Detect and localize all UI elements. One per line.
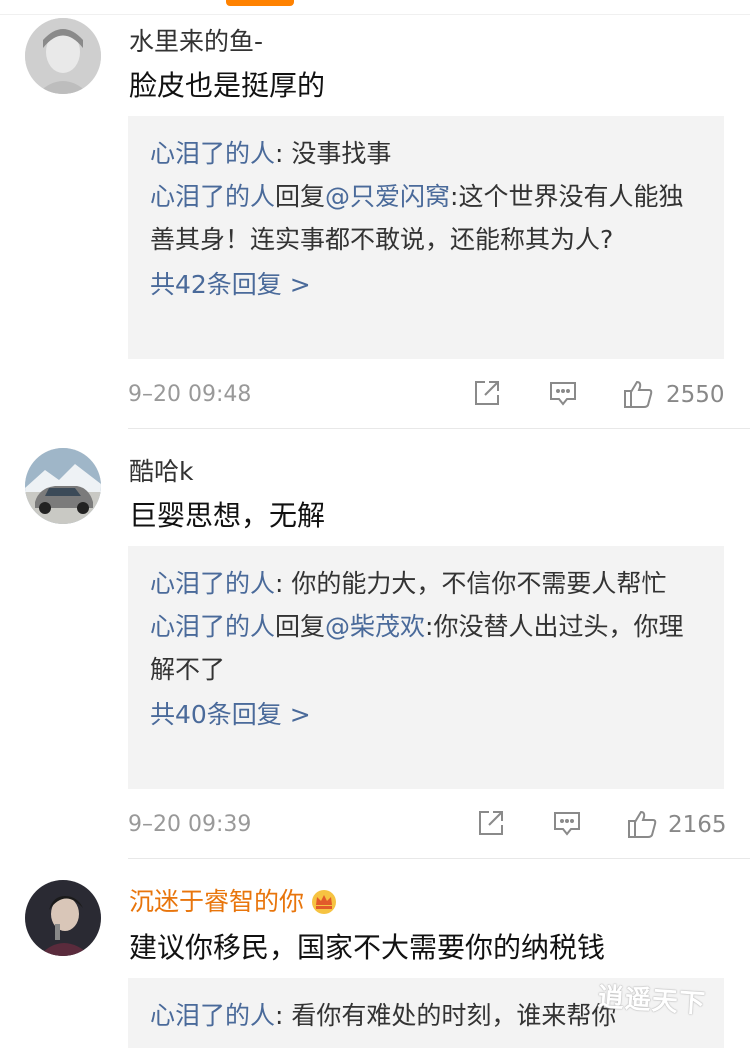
comment-meta: 9–20 09:39 2165 — [128, 806, 750, 846]
share-icon[interactable] — [472, 378, 502, 412]
reply-content: 没事找事 — [291, 139, 392, 168]
comment-text: 建议你移民，国家不大需要你的纳税钱 — [129, 931, 606, 964]
avatar[interactable] — [25, 18, 101, 94]
more-replies-link[interactable]: 共40条回复 > — [150, 693, 702, 736]
avatar[interactable] — [25, 880, 101, 956]
reply-item: 心泪了的人: 你的能力大，不信你不需要人帮忙 — [150, 569, 667, 598]
comment-icon[interactable] — [548, 378, 578, 412]
comment-time: 9–20 09:48 — [128, 382, 252, 407]
like-icon[interactable] — [626, 808, 658, 844]
reply-preview-box[interactable]: 心泪了的人: 你的能力大，不信你不需要人帮忙 心泪了的人回复@柴茂欢:你没替人出… — [128, 546, 724, 789]
watermark: 逍遥天下 — [596, 982, 707, 1020]
tab-indicator — [226, 0, 294, 6]
comment-icon[interactable] — [552, 808, 582, 842]
reply-username[interactable]: 心泪了的人 — [150, 182, 275, 211]
reply-content: 看你有难处的时刻，谁来帮你 — [291, 1001, 617, 1030]
comment-text: 脸皮也是挺厚的 — [129, 69, 326, 102]
comment-username[interactable]: 水里来的鱼- — [129, 22, 263, 58]
comment-meta: 9–20 09:48 2550 — [128, 376, 750, 416]
like-icon[interactable] — [622, 378, 654, 414]
reply-preview-box[interactable]: 心泪了的人: 没事找事 心泪了的人回复@只爱闪窝:这个世界没有人能独善其身！连实… — [128, 116, 724, 359]
reply-content: 你的能力大，不信你不需要人帮忙 — [291, 569, 667, 598]
reply-username[interactable]: 心泪了的人 — [150, 139, 275, 168]
reply-mention[interactable]: @柴茂欢 — [325, 612, 425, 641]
top-divider — [0, 14, 750, 15]
comment-divider — [128, 428, 750, 429]
like-count: 2165 — [668, 812, 727, 838]
avatar[interactable] — [25, 448, 101, 524]
more-replies-link[interactable]: 共42条回复 > — [150, 263, 702, 306]
reply-mention[interactable]: @只爱闪窝 — [325, 182, 450, 211]
crown-icon — [310, 888, 338, 920]
reply-username[interactable]: 心泪了的人 — [150, 1001, 275, 1030]
comment-divider — [128, 858, 750, 859]
comment-time: 9–20 09:39 — [128, 812, 252, 837]
reply-item: 心泪了的人: 没事找事 — [150, 139, 392, 168]
comment-text: 巨婴思想，无解 — [129, 499, 326, 532]
share-icon[interactable] — [476, 808, 506, 842]
comment-username[interactable]: 酷哈k — [129, 452, 193, 488]
reply-item: 心泪了的人回复@只爱闪窝:这个世界没有人能独善其身！连实事都不敢说，还能称其为人… — [150, 182, 684, 254]
comment-username[interactable]: 沉迷于睿智的你 — [129, 882, 338, 920]
reply-username[interactable]: 心泪了的人 — [150, 569, 275, 598]
like-count: 2550 — [666, 382, 725, 408]
reply-item: 心泪了的人回复@柴茂欢:你没替人出过头，你理解不了 — [150, 612, 684, 684]
reply-username[interactable]: 心泪了的人 — [150, 612, 275, 641]
